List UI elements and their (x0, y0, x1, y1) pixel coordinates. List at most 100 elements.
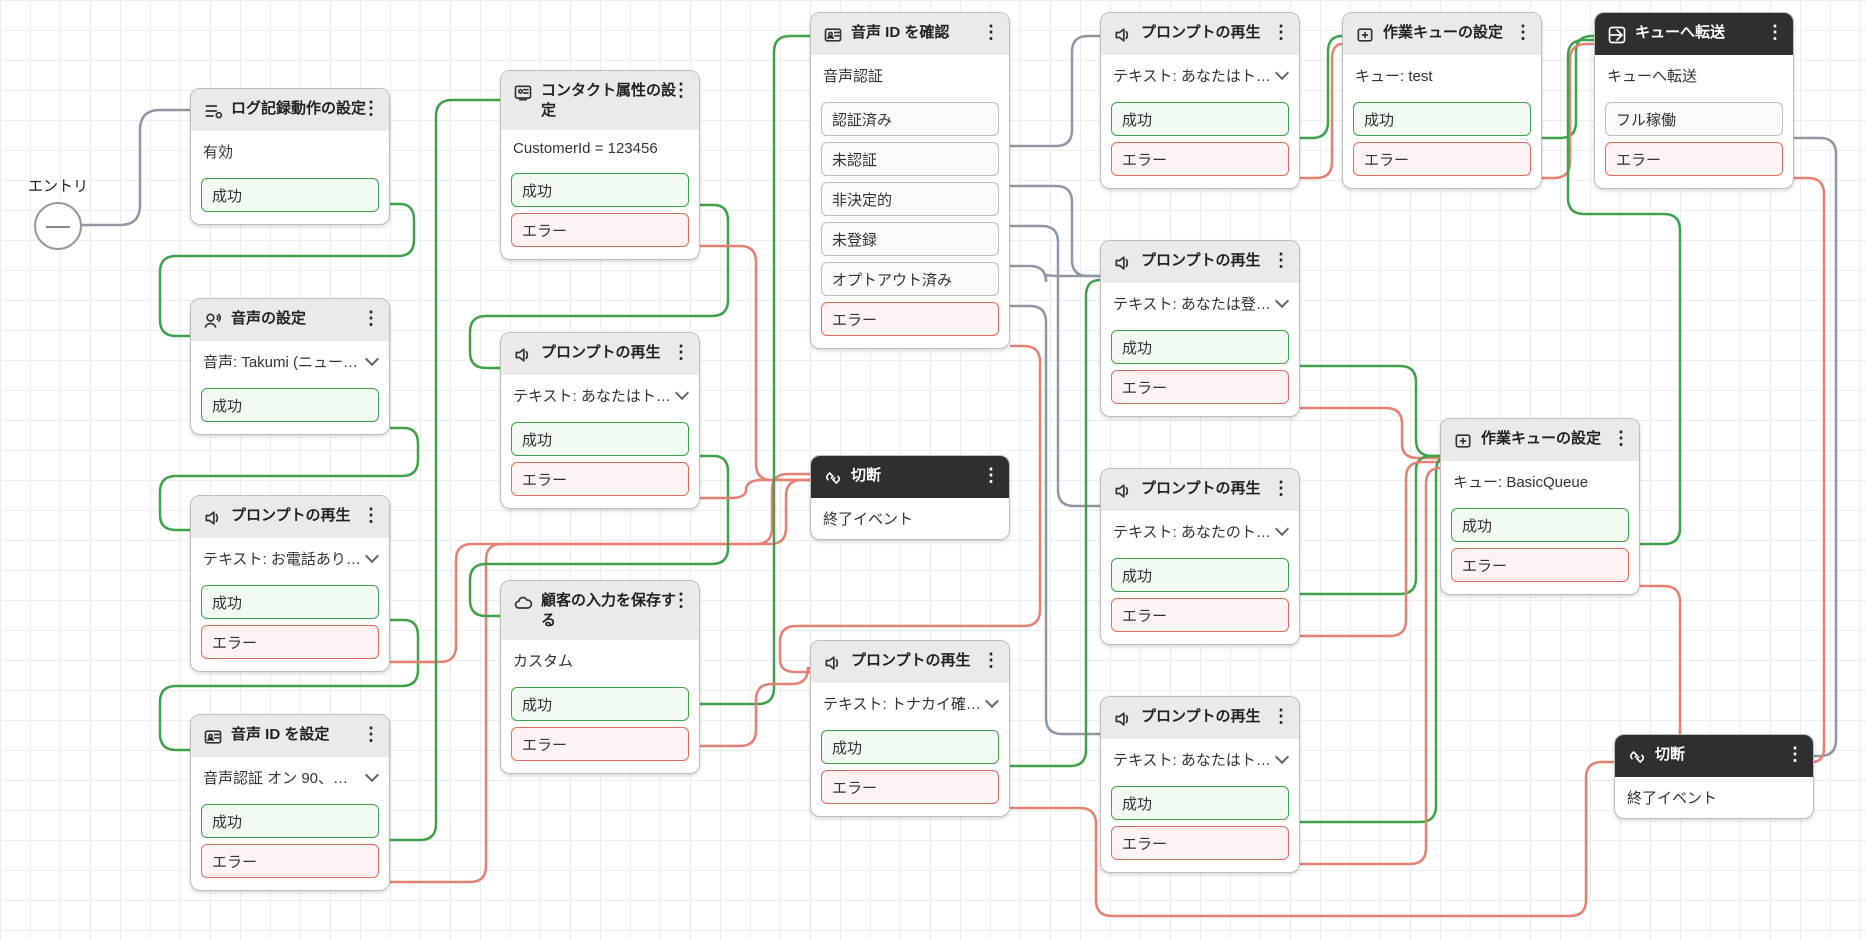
node-header[interactable]: プロンプトの再生 (811, 641, 1009, 683)
port[interactable]: エラー (511, 462, 689, 496)
chevron-down-icon[interactable] (367, 550, 377, 567)
chevron-down-icon[interactable] (677, 387, 687, 404)
port[interactable]: エラー (201, 844, 379, 878)
more-icon[interactable] (362, 723, 379, 746)
port[interactable]: エラー (201, 625, 379, 659)
more-icon[interactable] (362, 307, 379, 330)
port[interactable]: 成功 (1111, 558, 1289, 592)
node-header[interactable]: 顧客の入力を保存する (501, 581, 699, 640)
port[interactable]: 成功 (1451, 508, 1629, 542)
port[interactable]: 成功 (1111, 102, 1289, 136)
port[interactable]: エラー (1111, 826, 1289, 860)
more-icon[interactable] (982, 21, 999, 44)
more-icon[interactable] (1272, 249, 1289, 272)
port[interactable]: フル稼働 (1605, 102, 1783, 136)
port[interactable]: 成功 (201, 388, 379, 422)
port[interactable]: エラー (511, 213, 689, 247)
port[interactable]: エラー (1353, 142, 1531, 176)
port[interactable]: 成功 (1111, 786, 1289, 820)
node-body-text: 音声認証 (823, 65, 883, 86)
node-header[interactable]: 切断 (1615, 735, 1813, 777)
node-transfer[interactable]: キューへ転送キューへ転送フル稼働エラー (1594, 12, 1794, 189)
port[interactable]: エラー (821, 302, 999, 336)
entry-node[interactable]: エントリ (22, 175, 94, 250)
node-queue1[interactable]: 作業キューの設定キュー: test成功エラー (1342, 12, 1542, 189)
more-icon[interactable] (672, 341, 689, 364)
port[interactable]: 成功 (201, 585, 379, 619)
node-disc1[interactable]: 切断終了イベント (810, 455, 1010, 540)
more-icon[interactable] (672, 589, 689, 612)
node-header[interactable]: ログ記録動作の設定 (191, 89, 389, 131)
node-header[interactable]: コンタクト属性の設定 (501, 71, 699, 130)
more-icon[interactable] (1612, 427, 1629, 450)
port[interactable]: 成功 (821, 730, 999, 764)
node-promptA[interactable]: プロンプトの再生テキスト: あなたはトナカ...成功エラー (1100, 12, 1300, 189)
node-header[interactable]: 作業キューの設定 (1441, 419, 1639, 461)
node-store[interactable]: 顧客の入力を保存するカスタム成功エラー (500, 580, 700, 774)
port[interactable]: 成功 (1353, 102, 1531, 136)
node-header[interactable]: 音声 ID を確認 (811, 13, 1009, 55)
more-icon[interactable] (672, 79, 689, 102)
node-contact[interactable]: コンタクト属性の設定CustomerId = 123456成功エラー (500, 70, 700, 260)
more-icon[interactable] (1272, 21, 1289, 44)
node-disc2[interactable]: 切断終了イベント (1614, 734, 1814, 819)
port[interactable]: エラー (1111, 370, 1289, 404)
node-header[interactable]: 切断 (811, 456, 1009, 498)
node-header[interactable]: 音声の設定 (191, 299, 389, 341)
more-icon[interactable] (982, 464, 999, 487)
chevron-down-icon[interactable] (1277, 523, 1287, 540)
more-icon[interactable] (1514, 21, 1531, 44)
port[interactable]: 成功 (201, 178, 379, 212)
node-voice[interactable]: 音声の設定音声: Takumi (ニューラル...成功 (190, 298, 390, 435)
port[interactable]: エラー (511, 727, 689, 761)
port[interactable]: 認証済み (821, 102, 999, 136)
node-queue2[interactable]: 作業キューの設定キュー: BasicQueue成功エラー (1440, 418, 1640, 595)
chevron-down-icon[interactable] (367, 769, 377, 786)
port[interactable]: 成功 (511, 422, 689, 456)
node-header[interactable]: プロンプトの再生 (1101, 241, 1299, 283)
node-header[interactable]: プロンプトの再生 (191, 496, 389, 538)
node-header[interactable]: キューへ転送 (1595, 13, 1793, 55)
node-checkvid[interactable]: 音声 ID を確認音声認証認証済み未認証非決定的未登録オプトアウト済みエラー (810, 12, 1010, 349)
chevron-down-icon[interactable] (1277, 67, 1287, 84)
port[interactable]: 成功 (511, 687, 689, 721)
node-promptC[interactable]: プロンプトの再生テキスト: あなたのトナカ...成功エラー (1100, 468, 1300, 645)
port[interactable]: 未登録 (821, 222, 999, 256)
port[interactable]: エラー (821, 770, 999, 804)
node-logging[interactable]: ログ記録動作の設定有効成功 (190, 88, 390, 225)
port[interactable]: エラー (1111, 598, 1289, 632)
node-prompt2[interactable]: プロンプトの再生テキスト: あなたはトナカ...成功エラー (500, 332, 700, 509)
port[interactable]: 成功 (201, 804, 379, 838)
more-icon[interactable] (982, 649, 999, 672)
port[interactable]: エラー (1605, 142, 1783, 176)
node-header[interactable]: 作業キューの設定 (1343, 13, 1541, 55)
chevron-down-icon[interactable] (1277, 751, 1287, 768)
node-header[interactable]: プロンプトの再生 (1101, 13, 1299, 55)
node-header[interactable]: 音声 ID を設定 (191, 715, 389, 757)
more-icon[interactable] (1766, 21, 1783, 44)
node-promptB[interactable]: プロンプトの再生テキスト: あなたは登録済...成功エラー (1100, 240, 1300, 417)
more-icon[interactable] (1272, 477, 1289, 500)
port[interactable]: オプトアウト済み (821, 262, 999, 296)
port[interactable]: 成功 (511, 173, 689, 207)
chevron-down-icon[interactable] (987, 695, 997, 712)
node-prompt3[interactable]: プロンプトの再生テキスト: トナカイ確認が...成功エラー (810, 640, 1010, 817)
node-prompt1[interactable]: プロンプトの再生テキスト: お電話ありがと...成功エラー (190, 495, 390, 672)
port[interactable]: エラー (1451, 548, 1629, 582)
port[interactable]: 未認証 (821, 142, 999, 176)
node-header[interactable]: プロンプトの再生 (501, 333, 699, 375)
flow-canvas[interactable]: エントリ ログ記録動作の設定有効成功音声の設定音声: Takumi (ニューラル… (0, 0, 1866, 940)
more-icon[interactable] (1272, 705, 1289, 728)
port[interactable]: 成功 (1111, 330, 1289, 364)
chevron-down-icon[interactable] (1277, 295, 1287, 312)
node-promptD[interactable]: プロンプトの再生テキスト: あなたはトナカ...成功エラー (1100, 696, 1300, 873)
more-icon[interactable] (362, 97, 379, 120)
node-header[interactable]: プロンプトの再生 (1101, 469, 1299, 511)
more-icon[interactable] (362, 504, 379, 527)
port[interactable]: 非決定的 (821, 182, 999, 216)
more-icon[interactable] (1786, 743, 1803, 766)
node-header[interactable]: プロンプトの再生 (1101, 697, 1299, 739)
port[interactable]: エラー (1111, 142, 1289, 176)
chevron-down-icon[interactable] (367, 353, 377, 370)
node-setvid[interactable]: 音声 ID を設定音声認証 オン 90、不正...成功エラー (190, 714, 390, 891)
